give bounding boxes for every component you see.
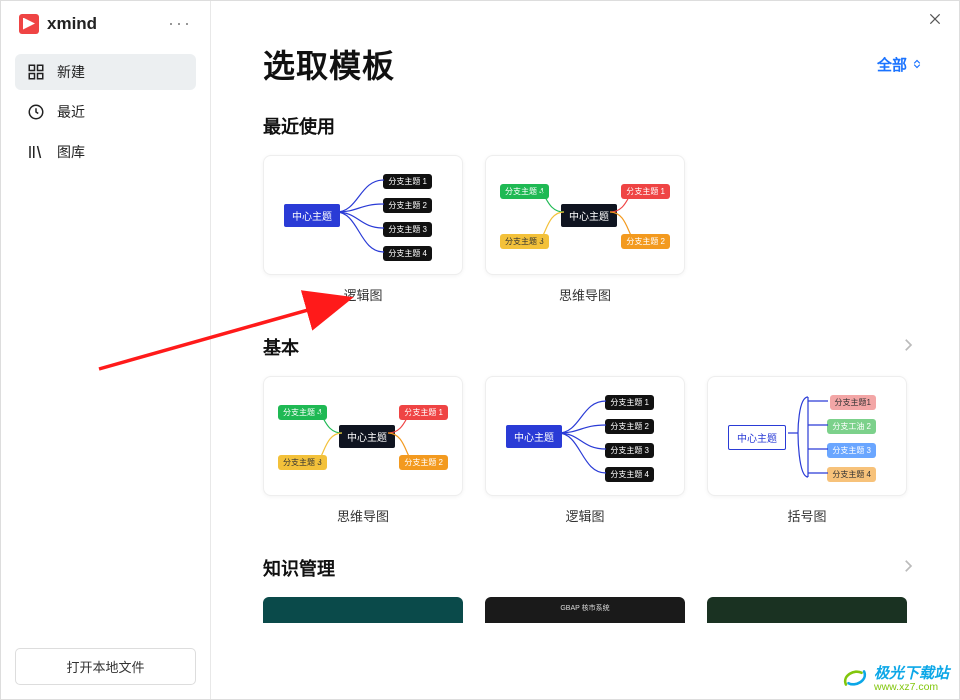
bracket-icon xyxy=(708,377,907,496)
connector-lines-icon xyxy=(264,377,463,496)
template-card-logic[interactable]: 中心主题 分支主题 1 分支主题 2 分支主题 3 分支主题 4 逻辑图 xyxy=(263,155,463,304)
page-title: 选取模板 xyxy=(263,41,395,87)
section-title: 基本 xyxy=(263,334,299,360)
template-label: 括号图 xyxy=(787,506,826,525)
sidebar-more-icon[interactable]: ··· xyxy=(168,13,192,34)
library-icon xyxy=(27,143,45,161)
basic-cards: 中心主题 分支主题 4 分支主题 3 分支主题 1 分支主题 2 思维导图 xyxy=(263,376,923,525)
recent-cards: 中心主题 分支主题 1 分支主题 2 分支主题 3 分支主题 4 逻辑图 xyxy=(263,155,923,304)
template-card-logic[interactable]: 中心主题 分支主题 1 分支主题 2 分支主题 3 分支主题 4 逻辑图 xyxy=(485,376,685,525)
sidebar-header: xmind ··· xyxy=(1,1,210,46)
watermark-logo-icon xyxy=(842,667,868,689)
template-label: 逻辑图 xyxy=(565,506,604,525)
app-name: xmind xyxy=(47,14,97,34)
clock-icon xyxy=(27,103,45,121)
template-label: 思维导图 xyxy=(337,506,389,525)
title-row: 选取模板 全部 xyxy=(263,41,923,87)
watermark-line2: www.xz7.com xyxy=(874,681,949,693)
template-card-bracket[interactable]: 中心主题 分支主题1 分支工油 2 分支主题 3 分支主题 4 括号图 xyxy=(707,376,907,525)
template-card-mindmap[interactable]: 中心主题 分支主题 4 分支主题 3 分支主题 1 分支主题 2 思维导图 xyxy=(263,376,463,525)
connector-lines-icon xyxy=(486,156,685,275)
app-logo-icon xyxy=(19,14,39,34)
section-title: 最近使用 xyxy=(263,113,335,139)
section-title: 知识管理 xyxy=(263,555,335,581)
chevron-right-icon[interactable] xyxy=(899,557,923,580)
open-local-file-button[interactable]: 打开本地文件 xyxy=(15,648,196,685)
template-card-mindmap[interactable]: 中心主题 分支主题 4 分支主题 3 分支主题 1 分支主题 2 思维导图 xyxy=(485,155,685,304)
template-label: 逻辑图 xyxy=(343,285,382,304)
template-thumb: 中心主题 分支主题 4 分支主题 3 分支主题 1 分支主题 2 xyxy=(485,155,685,275)
template-thumb: 中心主题 分支主题1 分支工油 2 分支主题 3 分支主题 4 xyxy=(707,376,907,496)
template-card-knowledge[interactable]: GBAP 核市系统 xyxy=(485,597,685,623)
sidebar-item-library[interactable]: 图库 xyxy=(15,134,196,170)
watermark-line1: 极光下载站 xyxy=(874,662,949,683)
sidebar-item-label: 新建 xyxy=(57,62,85,82)
template-thumb: 中心主题 分支主题 4 分支主题 3 分支主题 1 分支主题 2 xyxy=(263,376,463,496)
template-card-knowledge[interactable] xyxy=(263,597,463,623)
grid-icon xyxy=(27,63,45,81)
connector-lines-icon xyxy=(486,377,685,496)
content-scroll[interactable]: 选取模板 全部 最近使用 中心主题 分支主题 1 分支主题 2 分支主题 3 分… xyxy=(211,1,959,699)
sidebar-nav: 新建 最近 图库 xyxy=(1,46,210,178)
thumb-caption: GBAP 核市系统 xyxy=(560,603,609,613)
template-card-knowledge[interactable] xyxy=(707,597,907,623)
filter-dropdown[interactable]: 全部 xyxy=(877,54,923,75)
knowledge-cards: GBAP 核市系统 xyxy=(263,597,923,623)
watermark: 极光下载站 www.xz7.com xyxy=(842,662,949,693)
main-panel: 选取模板 全部 最近使用 中心主题 分支主题 1 分支主题 2 分支主题 3 分… xyxy=(211,1,959,699)
sidebar-item-label: 最近 xyxy=(57,102,85,122)
template-thumb: 中心主题 分支主题 1 分支主题 2 分支主题 3 分支主题 4 xyxy=(485,376,685,496)
sidebar: xmind ··· 新建 最近 图库 打开本地文件 xyxy=(1,1,211,699)
section-knowledge-head: 知识管理 xyxy=(263,555,923,581)
section-basic-head: 基本 xyxy=(263,334,923,360)
sidebar-item-new[interactable]: 新建 xyxy=(15,54,196,90)
section-recent-head: 最近使用 xyxy=(263,113,923,139)
sidebar-item-label: 图库 xyxy=(57,142,85,162)
sort-icon xyxy=(911,58,923,70)
filter-label: 全部 xyxy=(877,54,907,75)
sidebar-footer: 打开本地文件 xyxy=(1,634,210,699)
connector-lines-icon xyxy=(264,156,463,275)
watermark-text: 极光下载站 www.xz7.com xyxy=(874,662,949,693)
template-label: 思维导图 xyxy=(559,285,611,304)
sidebar-item-recent[interactable]: 最近 xyxy=(15,94,196,130)
chevron-right-icon[interactable] xyxy=(899,336,923,359)
template-thumb: 中心主题 分支主题 1 分支主题 2 分支主题 3 分支主题 4 xyxy=(263,155,463,275)
